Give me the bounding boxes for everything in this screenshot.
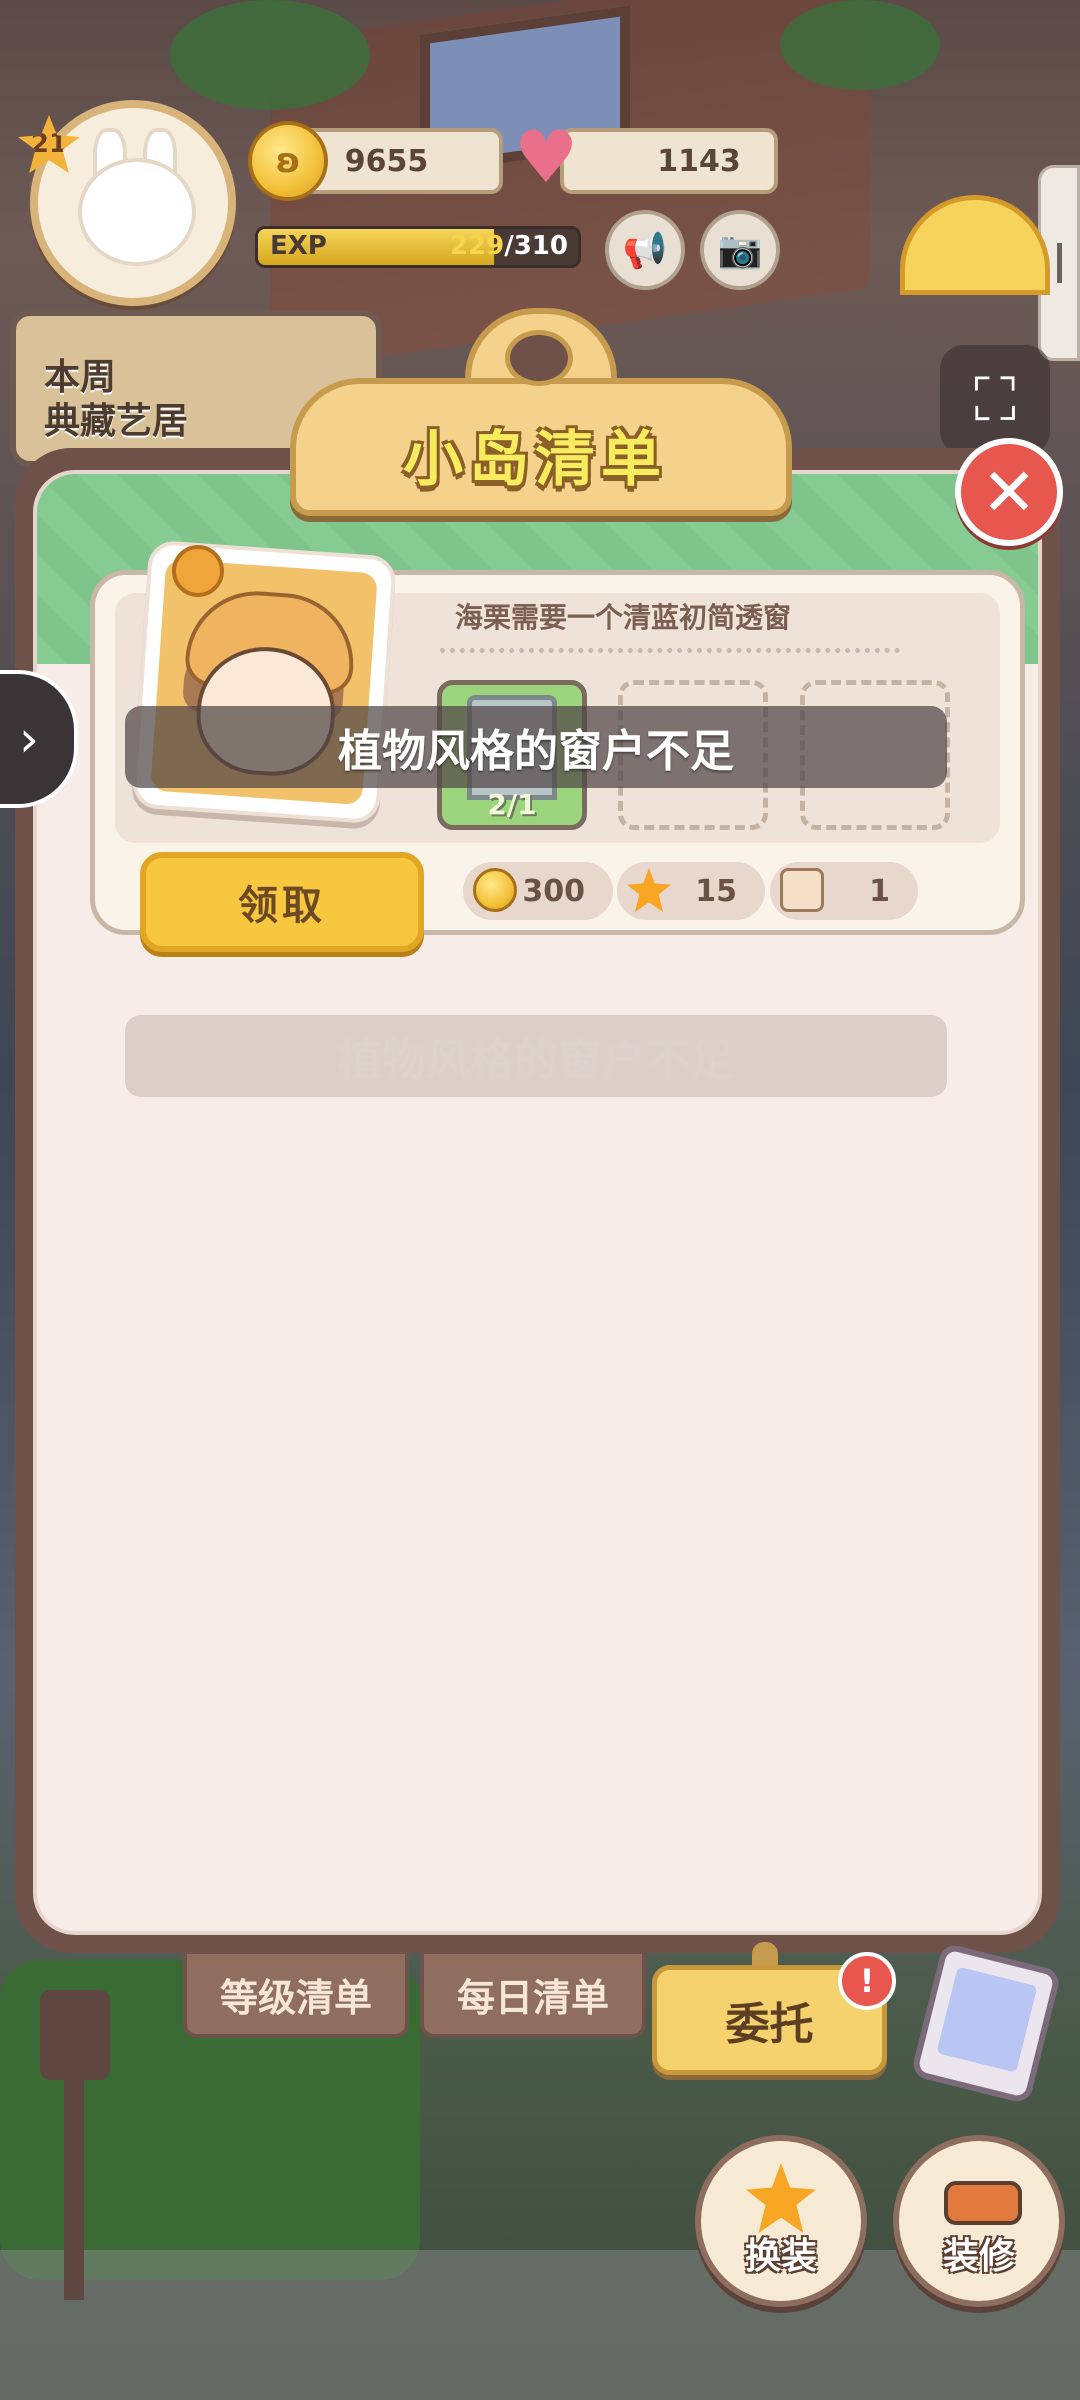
decorate-button[interactable]: 装修 <box>893 2135 1065 2307</box>
star-icon <box>627 868 671 912</box>
box-icon <box>780 868 824 912</box>
heart-icon: ♥ <box>513 115 579 199</box>
weekly-label-line1: 本周 <box>44 357 117 398</box>
rainbow-fan-icon[interactable] <box>900 195 1050 295</box>
heart-counter[interactable]: 1143 <box>560 128 778 194</box>
exp-current: 229 <box>449 231 505 261</box>
reward-box-value: 1 <box>869 873 890 909</box>
background-leaves <box>780 0 940 90</box>
fullscreen-icon: ⛶ <box>974 365 1016 435</box>
dotted-divider <box>440 648 900 653</box>
insufficient-toast-fading: 植物风格的窗户不足 <box>125 1015 947 1097</box>
street-lamp <box>40 1990 110 2080</box>
megaphone-icon: 📢 <box>622 230 668 271</box>
tab-daily-list[interactable]: 每日清单 <box>420 1950 646 2038</box>
exp-value: 229/310 <box>450 231 568 261</box>
exp-max: /310 <box>504 231 568 261</box>
alert-badge: ! <box>838 1952 896 2010</box>
reward-box: 1 <box>770 862 918 920</box>
reward-stars: 15 <box>617 862 765 920</box>
item-count: 2/1 <box>487 788 537 821</box>
close-button[interactable]: ✕ <box>955 438 1063 546</box>
title-plate-hole <box>505 330 573 386</box>
dress-up-label: 换装 <box>744 2236 817 2277</box>
panel-title: 小岛清单 <box>403 425 667 495</box>
camera-icon: 📷 <box>717 230 763 271</box>
phone-icon[interactable] <box>910 1942 1062 2105</box>
coin-icon <box>473 868 517 912</box>
announcement-button[interactable]: 📢 <box>605 210 685 290</box>
coin-icon: ʚ <box>248 121 328 201</box>
paint-roller-icon <box>944 2181 1022 2225</box>
screenshot-button[interactable]: 📷 <box>700 210 780 290</box>
weekly-label: 本周 典藏艺居 <box>44 356 188 444</box>
exp-label: EXP <box>270 231 327 261</box>
pushpin-icon <box>172 545 224 597</box>
claim-button[interactable]: 领取 <box>140 852 424 952</box>
reward-coins-value: 300 <box>522 873 585 909</box>
close-icon: ✕ <box>981 453 1037 531</box>
reward-coins: 300 <box>463 862 613 920</box>
title-plate: 小岛清单 <box>290 308 792 516</box>
dress-up-button[interactable]: 换装 <box>695 2135 867 2307</box>
background-leaves <box>170 0 370 110</box>
task-description: 海栗需要一个清蓝初简透窗 <box>455 601 792 634</box>
exp-bar: EXP 229/310 <box>255 226 581 268</box>
star-icon <box>746 2163 816 2233</box>
coin-value: 9655 <box>344 143 429 179</box>
chevron-right-icon: › <box>19 710 39 768</box>
heart-value: 1143 <box>657 143 741 179</box>
fullscreen-button[interactable]: ⛶ <box>940 345 1050 455</box>
street-lamp-post <box>64 2080 84 2300</box>
reward-stars-value: 15 <box>695 873 737 909</box>
bunny-face <box>78 158 196 266</box>
player-avatar[interactable] <box>30 100 236 306</box>
insufficient-toast: 植物风格的窗户不足 <box>125 706 947 788</box>
decorate-label: 装修 <box>942 2236 1015 2277</box>
tab-level-list[interactable]: 等级清单 <box>183 1950 409 2038</box>
weekly-label-line2: 典藏艺居 <box>44 401 189 442</box>
